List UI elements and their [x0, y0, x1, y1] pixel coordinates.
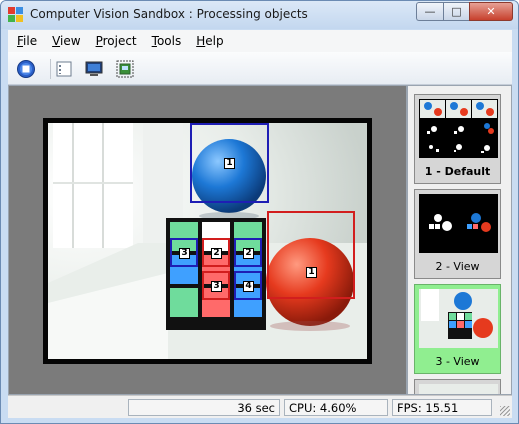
detection-label: 4 [243, 281, 254, 292]
minimize-button[interactable]: — [416, 2, 443, 21]
views-panel: 1 - Default 2 - View 3 - View [407, 85, 512, 395]
maximize-button[interactable]: □ [443, 2, 469, 21]
detection-label: 1 [306, 267, 317, 278]
view-card-default[interactable]: 1 - Default [414, 94, 501, 184]
view-card-2[interactable]: 2 - View [414, 189, 501, 279]
menu-project[interactable]: Project [96, 34, 137, 48]
window-title: Computer Vision Sandbox : Processing obj… [30, 7, 308, 21]
detection-box-red-ball [267, 211, 355, 299]
detection-label: 3 [179, 248, 190, 259]
menu-bar: File View Project Tools Help [8, 30, 512, 52]
view-thumbnail [419, 194, 498, 253]
menu-tools[interactable]: Tools [152, 34, 182, 48]
view-thumbnail [419, 289, 498, 348]
view-label: 2 - View [435, 260, 480, 273]
menu-file[interactable]: File [17, 34, 37, 48]
view-card-4[interactable] [414, 379, 501, 394]
detection-label: 2 [243, 248, 254, 259]
window-controls: — □ ✕ [416, 2, 513, 21]
title-bar[interactable]: Computer Vision Sandbox : Processing obj… [1, 1, 518, 29]
view-thumbnail [419, 99, 498, 158]
full-screen-icon[interactable] [84, 59, 104, 79]
menu-view[interactable]: View [52, 34, 80, 48]
view-thumbnail [419, 384, 498, 394]
video-image: 1 1 3 2 2 3 4 [48, 123, 367, 359]
stop-icon[interactable] [16, 59, 36, 79]
resize-grip-icon[interactable] [500, 406, 510, 416]
detection-label: 2 [211, 248, 222, 259]
snapshot-icon[interactable] [115, 59, 135, 79]
video-display-area: 1 1 3 2 2 3 4 [8, 85, 407, 395]
view-card-3[interactable]: 3 - View [414, 284, 501, 374]
menu-help[interactable]: Help [196, 34, 223, 48]
view-label: 1 - Default [424, 165, 491, 178]
toolbar-separator [50, 59, 51, 79]
detection-label: 1 [224, 158, 235, 169]
properties-icon[interactable] [54, 59, 74, 79]
cpu-usage: CPU: 4.60% [284, 399, 388, 416]
video-frame: 1 1 3 2 2 3 4 [43, 118, 372, 364]
view-label: 3 - View [435, 355, 480, 368]
status-bar: 36 sec CPU: 4.60% FPS: 15.51 [8, 395, 512, 418]
detection-label: 3 [211, 281, 222, 292]
app-window: Computer Vision Sandbox : Processing obj… [0, 0, 519, 424]
close-button[interactable]: ✕ [469, 2, 513, 21]
elapsed-time: 36 sec [128, 399, 280, 416]
fps-counter: FPS: 15.51 [392, 399, 492, 416]
app-icon [8, 7, 24, 23]
toolbar [8, 52, 512, 85]
